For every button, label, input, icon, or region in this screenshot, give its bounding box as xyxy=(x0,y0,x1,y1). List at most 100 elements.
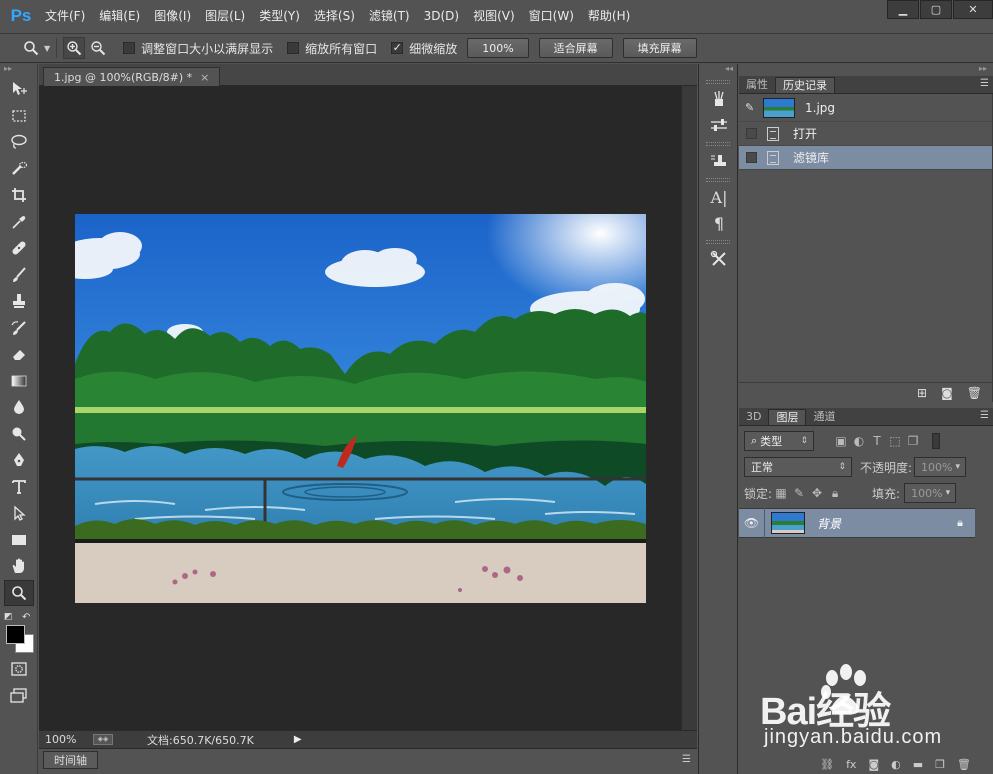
expand-icon[interactable]: ◂◂ xyxy=(699,64,737,76)
zoom-out-button[interactable] xyxy=(87,37,109,59)
trash-icon[interactable]: 🗑 xyxy=(967,386,982,400)
clone-stamp-tool-icon[interactable] xyxy=(0,288,38,315)
document-image[interactable] xyxy=(75,214,646,603)
swap-colors-icon[interactable]: ↶ xyxy=(22,612,30,623)
zoom-in-button[interactable] xyxy=(63,37,86,59)
filter-toggle[interactable] xyxy=(932,433,940,449)
collapse-icon[interactable]: ▸▸ xyxy=(0,64,37,76)
close-button[interactable]: ✕ xyxy=(953,0,993,19)
screen-mode-icon[interactable] xyxy=(0,683,38,710)
blend-mode-select[interactable]: 正常 ⇕ xyxy=(744,457,852,477)
type-tool-icon[interactable] xyxy=(0,474,38,501)
panel-menu-icon[interactable]: ☰ xyxy=(682,754,691,765)
canvas-area[interactable] xyxy=(39,86,681,730)
chevron-down-icon[interactable]: ▼ xyxy=(44,44,50,53)
new-snapshot-camera-icon[interactable]: ◙ xyxy=(941,386,953,400)
lock-position-icon[interactable]: ✥ xyxy=(808,484,826,502)
brush-tool-icon[interactable] xyxy=(0,262,38,289)
dodge-tool-icon[interactable] xyxy=(0,421,38,448)
tab-properties[interactable]: 属性 xyxy=(739,77,775,93)
maximize-button[interactable]: ▢ xyxy=(920,0,952,19)
paragraph-panel-icon[interactable]: ¶ xyxy=(699,210,739,236)
history-snapshot[interactable]: ✎ 1.jpg xyxy=(739,94,992,122)
vertical-scrollbar[interactable] xyxy=(681,86,697,730)
document-tab[interactable]: 1.jpg @ 100%(RGB/8#) * × xyxy=(43,67,221,86)
blur-tool-icon[interactable] xyxy=(0,394,38,421)
brush-presets-icon[interactable] xyxy=(699,86,739,112)
history-source-checkbox[interactable] xyxy=(746,152,757,163)
info-badge-icon[interactable]: ◈◈ xyxy=(93,734,113,745)
play-arrow-icon[interactable]: ▶ xyxy=(294,734,302,745)
move-tool-icon[interactable] xyxy=(0,76,38,103)
layer-name[interactable]: 背景 xyxy=(817,515,841,532)
menu-view[interactable]: 视图(V) xyxy=(466,0,522,32)
history-step-selected[interactable]: 滤镜库 xyxy=(739,146,992,170)
fill-input[interactable]: 100% ▾ xyxy=(904,483,957,503)
tab-history[interactable]: 历史记录 xyxy=(775,77,835,93)
zoom-100-button[interactable]: 100% xyxy=(467,38,529,58)
adjustments-sliders-icon[interactable] xyxy=(699,112,739,138)
layer-filter-kind-select[interactable]: ⌕ 类型 ⇕ xyxy=(744,431,814,451)
menu-3d[interactable]: 3D(D) xyxy=(417,0,466,32)
new-document-from-state-icon[interactable]: ⊞ xyxy=(917,386,927,400)
eyedropper-tool-icon[interactable] xyxy=(0,209,38,236)
close-tab-icon[interactable]: × xyxy=(200,71,209,84)
filter-pixel-icon[interactable]: ▣ xyxy=(832,432,850,450)
default-colors-icon[interactable]: ◩ xyxy=(4,612,13,622)
filter-smart-object-icon[interactable]: ❐ xyxy=(904,432,922,450)
opacity-input[interactable]: 100% ▾ xyxy=(914,457,967,477)
path-selection-tool-icon[interactable] xyxy=(0,500,38,527)
menu-type[interactable]: 类型(Y) xyxy=(252,0,307,32)
menu-image[interactable]: 图像(I) xyxy=(147,0,198,32)
minimize-button[interactable]: ▁ xyxy=(887,0,919,19)
pen-tool-icon[interactable] xyxy=(0,447,38,474)
menu-edit[interactable]: 编辑(E) xyxy=(92,0,147,32)
rectangle-tool-icon[interactable] xyxy=(0,527,38,554)
resize-windows-checkbox[interactable]: 调整窗口大小以满屏显示 xyxy=(123,40,273,57)
zoom-level[interactable]: 100% xyxy=(45,733,89,746)
crop-tool-icon[interactable] xyxy=(0,182,38,209)
scrubby-zoom-checkbox[interactable]: ✓ 细微缩放 xyxy=(391,40,457,57)
hand-tool-icon[interactable] xyxy=(0,553,38,580)
timeline-tab[interactable]: 时间轴 xyxy=(43,750,98,769)
filter-adjustment-icon[interactable]: ◐ xyxy=(850,432,868,450)
lock-image-icon[interactable]: ✎ xyxy=(790,484,808,502)
tab-channels[interactable]: 通道 xyxy=(806,409,842,425)
menu-layer[interactable]: 图层(L) xyxy=(198,0,252,32)
menu-window[interactable]: 窗口(W) xyxy=(522,0,581,32)
collapse-icon[interactable]: ▸▸ xyxy=(739,64,993,76)
menu-help[interactable]: 帮助(H) xyxy=(581,0,637,32)
layer-row-background[interactable]: 👁︎ 背景 🔒︎ xyxy=(739,508,975,538)
panel-menu-icon[interactable]: ☰ xyxy=(980,78,989,89)
filter-type-icon[interactable]: T xyxy=(868,432,886,450)
quick-mask-icon[interactable] xyxy=(0,656,38,683)
history-brush-tool-icon[interactable] xyxy=(0,315,38,342)
menu-filter[interactable]: 滤镜(T) xyxy=(362,0,417,32)
fit-screen-button[interactable]: 适合屏幕 xyxy=(538,38,613,58)
fill-screen-button[interactable]: 填充屏幕 xyxy=(622,38,697,58)
eraser-tool-icon[interactable] xyxy=(0,341,38,368)
zoom-tool-icon[interactable] xyxy=(4,579,34,606)
lock-transparent-icon[interactable]: ▦ xyxy=(772,484,790,502)
history-source-checkbox[interactable] xyxy=(746,128,757,139)
quick-selection-tool-icon[interactable] xyxy=(0,156,38,183)
history-brush-source-icon[interactable]: ✎ xyxy=(745,101,759,114)
zoom-all-windows-checkbox[interactable]: 缩放所有窗口 xyxy=(287,40,377,57)
zoom-tool-preset-button[interactable] xyxy=(20,37,42,59)
tool-presets-icon[interactable] xyxy=(699,246,739,272)
history-step[interactable]: 打开 xyxy=(739,122,992,146)
tab-layers[interactable]: 图层 xyxy=(768,409,807,425)
gradient-tool-icon[interactable] xyxy=(0,368,38,395)
eye-icon[interactable]: 👁︎ xyxy=(739,508,765,538)
menu-select[interactable]: 选择(S) xyxy=(307,0,362,32)
marquee-tool-icon[interactable] xyxy=(0,103,38,130)
menu-file[interactable]: 文件(F) xyxy=(38,0,92,32)
filter-shape-icon[interactable]: ⬚ xyxy=(886,432,904,450)
clone-source-icon[interactable] xyxy=(699,148,739,174)
foreground-color-swatch[interactable] xyxy=(6,625,25,644)
tab-3d[interactable]: 3D xyxy=(739,409,768,425)
character-panel-icon[interactable]: A| xyxy=(699,184,739,210)
healing-brush-tool-icon[interactable] xyxy=(0,235,38,262)
panel-menu-icon[interactable]: ☰ xyxy=(980,410,989,421)
lasso-tool-icon[interactable] xyxy=(0,129,38,156)
